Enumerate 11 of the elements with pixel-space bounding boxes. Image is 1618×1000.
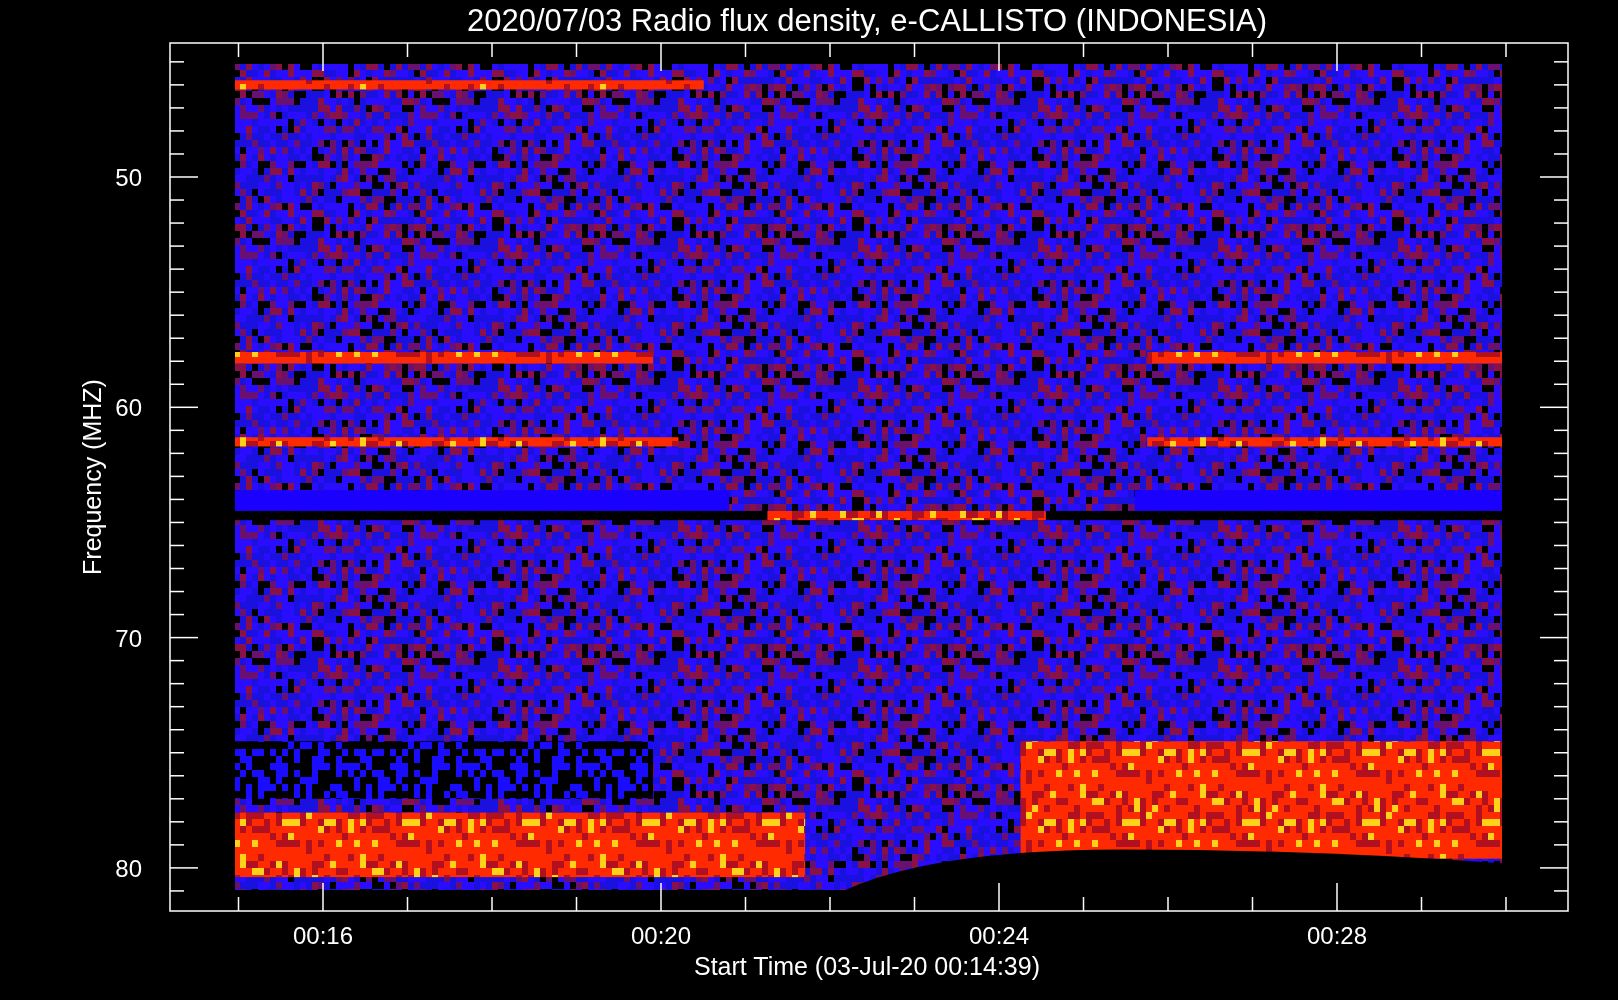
- chart-title: 2020/07/03 Radio flux density, e-CALLISTO (INDONESIA): [466, 3, 1268, 38]
- tick-label: 80: [115, 854, 142, 882]
- tick-label: 00:20: [630, 922, 692, 949]
- tick-label: 50: [115, 164, 142, 191]
- tick-label: 00:28: [1306, 922, 1368, 949]
- y-axis-label: Frequency (MHZ): [78, 379, 106, 575]
- x-axis-label: Start Time (03-Jul-20 00:14:39): [694, 952, 1040, 980]
- tick-label: 00:24: [968, 922, 1030, 949]
- tick-label: 70: [115, 624, 142, 652]
- tick-label: 60: [115, 394, 142, 422]
- tick-label: 00:16: [292, 922, 354, 949]
